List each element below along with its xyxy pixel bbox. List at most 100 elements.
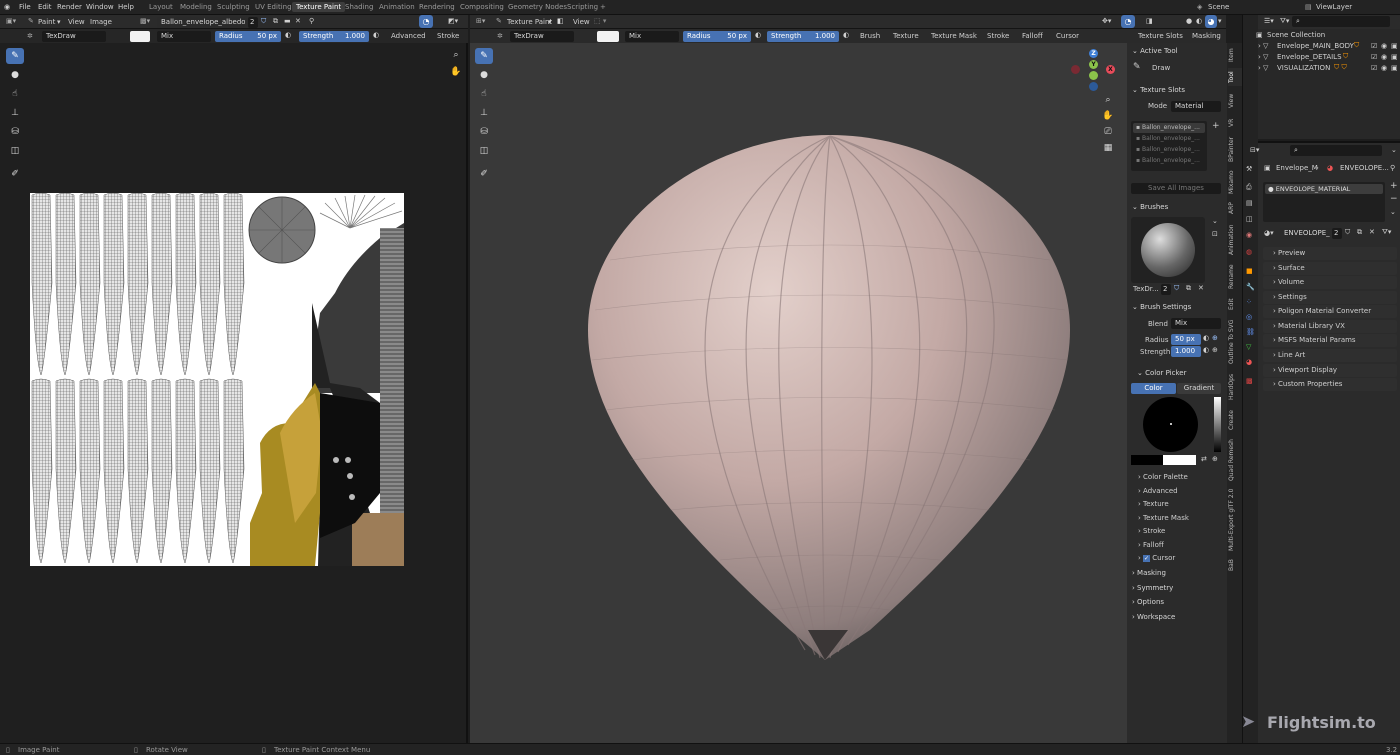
viewport-cursor-menu[interactable]: Cursor (1056, 32, 1079, 40)
texture-subpanel[interactable]: › Texture (1138, 500, 1169, 508)
line-art-panel[interactable]: › Line Art (1263, 349, 1397, 362)
radius-pressure-icon[interactable]: ⊕ (1212, 334, 1218, 342)
falloff-subpanel[interactable]: › Falloff (1138, 541, 1164, 549)
clone-tool-icon[interactable]: ⊥ (6, 105, 24, 121)
viewport-menu-view[interactable]: View (573, 18, 590, 26)
stroke-menu[interactable]: Stroke (437, 32, 459, 40)
sidebar-tab-tool[interactable]: Tool (1228, 68, 1242, 86)
outliner-search-field[interactable]: ⌕ (1292, 16, 1390, 27)
material-slot-item[interactable]: ● ENVEOLOPE_MATERIAL (1265, 184, 1383, 194)
material-unlink-icon[interactable]: ✕ (1369, 228, 1375, 236)
brush-fake-user-icon[interactable]: ⛉ (1174, 284, 1179, 293)
properties-search-field[interactable]: ⌕ (1290, 145, 1382, 156)
texture-slot-list[interactable]: ▪ Ballon_envelope_... ▪ Ballon_envelope_… (1131, 121, 1207, 171)
material-browse-icon[interactable]: ◕▾ (1264, 229, 1274, 237)
pin-icon[interactable]: ⚲ (309, 17, 314, 25)
brush-strength-field[interactable]: 1.000 (1171, 346, 1201, 357)
masking-panel-header[interactable]: › Masking (1132, 569, 1166, 577)
brush-preview-thumbnail[interactable] (1131, 217, 1205, 283)
camera-icon[interactable]: ▣ (1391, 42, 1398, 50)
scene-collection-label[interactable]: Scene Collection (1267, 31, 1325, 39)
texture-mask-subpanel[interactable]: › Texture Mask (1138, 514, 1189, 522)
viewport-radius-field[interactable]: Radius 50 px (683, 31, 751, 42)
image-users-count[interactable]: 2 (248, 17, 258, 28)
swap-colors-icon[interactable]: ⇄ (1201, 455, 1207, 463)
workspace-tab-compositing[interactable]: Compositing (460, 3, 504, 11)
scene-properties-icon[interactable]: ◉ (1246, 231, 1252, 239)
color-wheel-cursor[interactable] (1170, 423, 1172, 425)
viewport-pressure-strength-icon[interactable]: ◐ (843, 31, 849, 39)
color-tab[interactable]: Color (1131, 383, 1176, 394)
settings-panel[interactable]: › Settings (1263, 291, 1397, 304)
primary-color-swatch[interactable] (1163, 455, 1196, 465)
sidebar-tab-outline-to-svg[interactable]: Outline To SVG (1228, 317, 1242, 367)
workspace-tab-animation[interactable]: Animation (379, 3, 415, 11)
shading-material-icon[interactable]: ◐ (1196, 17, 1202, 25)
brush-list-expand-icon[interactable]: ⌄ (1212, 217, 1218, 225)
save-all-images-button[interactable]: Save All Images (1131, 183, 1221, 194)
scene-name[interactable]: Scene (1208, 3, 1229, 11)
brush-unlink-icon[interactable]: ✕ (1198, 284, 1204, 292)
menu-view[interactable]: View (68, 18, 85, 26)
brush-blend-select[interactable]: Mix (1171, 318, 1221, 329)
particles-properties-icon[interactable]: ⁘ (1246, 298, 1252, 306)
material-users-count[interactable]: 2 (1332, 228, 1342, 239)
sidebar-tab-quad-remesh[interactable]: Quad Remesh (1228, 437, 1242, 483)
advanced-subpanel[interactable]: › Advanced (1138, 487, 1178, 495)
vp-mask-tool-icon[interactable]: ◫ (475, 143, 493, 159)
material-slot-list[interactable]: ● ENVEOLOPE_MATERIAL (1263, 182, 1385, 222)
texture-slots-menu[interactable]: Texture Slots (1138, 32, 1183, 40)
view-layer-name[interactable]: ViewLayer (1316, 3, 1352, 11)
draw-tool-icon[interactable]: ✎ (6, 48, 24, 64)
checkbox-icon[interactable]: ☑ (1371, 42, 1377, 50)
brush-duplicate-icon[interactable]: ⧉ (1186, 284, 1191, 293)
sidebar-tab-edit[interactable]: Edit (1228, 295, 1242, 313)
brush-users-count[interactable]: 2 (1161, 284, 1171, 295)
gizmo-y-axis[interactable]: Y (1089, 60, 1098, 69)
vp-soften-tool-icon[interactable]: ● (475, 67, 493, 83)
vp-zoom-icon[interactable]: ⌕ (1099, 92, 1117, 108)
fill-tool-icon[interactable]: ⛁ (6, 124, 24, 140)
material-filter-icon[interactable]: ⛛▾ (1382, 228, 1391, 237)
modifier-properties-icon[interactable]: 🔧 (1246, 283, 1255, 291)
outliner-row[interactable]: › ▽ (1258, 53, 1268, 61)
sidebar-tab-bpainter[interactable]: BPainter (1228, 134, 1242, 164)
tool-properties-icon[interactable]: ⚒ (1246, 165, 1252, 173)
viewport-brush-name[interactable]: TexDraw (510, 31, 574, 42)
zoom-view-icon[interactable]: ⌕ (447, 47, 465, 63)
properties-options-icon[interactable]: ⌄ (1391, 146, 1397, 154)
camera-icon[interactable]: ▣ (1391, 64, 1398, 72)
blender-logo-icon[interactable]: ◉ (4, 3, 10, 11)
sidebar-tab-vr[interactable]: VR (1228, 116, 1242, 130)
workspace-tab-uv-editing[interactable]: UV Editing (255, 3, 292, 11)
viewport-brush-menu[interactable]: Brush (860, 32, 880, 40)
overlay-toggle-icon[interactable]: ◔ (1121, 15, 1135, 28)
xray-toggle-icon[interactable]: ◨ (1146, 17, 1153, 25)
color-pressure-icon[interactable]: ⊕ (1212, 455, 1218, 463)
outliner-row[interactable]: › ▽ (1258, 64, 1268, 72)
smear-tool-icon[interactable]: ☝ (6, 86, 24, 102)
texture-slot-item[interactable]: ▪ Ballon_envelope_... (1133, 134, 1205, 144)
sidebar-tab-rename[interactable]: Rename (1228, 263, 1242, 291)
soften-tool-icon[interactable]: ● (6, 67, 24, 83)
pan-view-icon[interactable]: ✋ (447, 64, 465, 80)
workspace-tab-layout[interactable]: Layout (149, 3, 173, 11)
workspace-panel-header[interactable]: › Workspace (1132, 613, 1175, 621)
eye-icon[interactable]: ◉ (1381, 64, 1387, 72)
color-picker-header[interactable]: ⌄ Color Picker (1137, 369, 1186, 377)
properties-editor-type-icon[interactable]: ⊟▾ (1250, 146, 1259, 154)
strength-field[interactable]: Strength 1.000 (299, 31, 369, 42)
vp-annotate-tool-icon[interactable]: ✐ (475, 166, 493, 182)
stroke-subpanel[interactable]: › Stroke (1138, 527, 1165, 535)
value-slider[interactable] (1214, 397, 1221, 452)
display-channels-icon[interactable]: ◩▾ (448, 17, 458, 25)
vp-clone-tool-icon[interactable]: ⊥ (475, 105, 493, 121)
secondary-color-swatch[interactable] (1131, 455, 1163, 465)
object-properties-icon[interactable]: ■ (1246, 267, 1253, 275)
symmetry-panel-header[interactable]: › Symmetry (1132, 584, 1173, 592)
gradient-tab[interactable]: Gradient (1177, 383, 1221, 394)
color-wheel[interactable] (1143, 397, 1198, 452)
remove-material-slot-icon[interactable]: − (1390, 194, 1398, 204)
viewport-blend-select[interactable]: Mix (625, 31, 679, 42)
sidebar-tab-multi-export-gltf[interactable]: Multi-Export glTF 2.0 (1228, 487, 1242, 553)
